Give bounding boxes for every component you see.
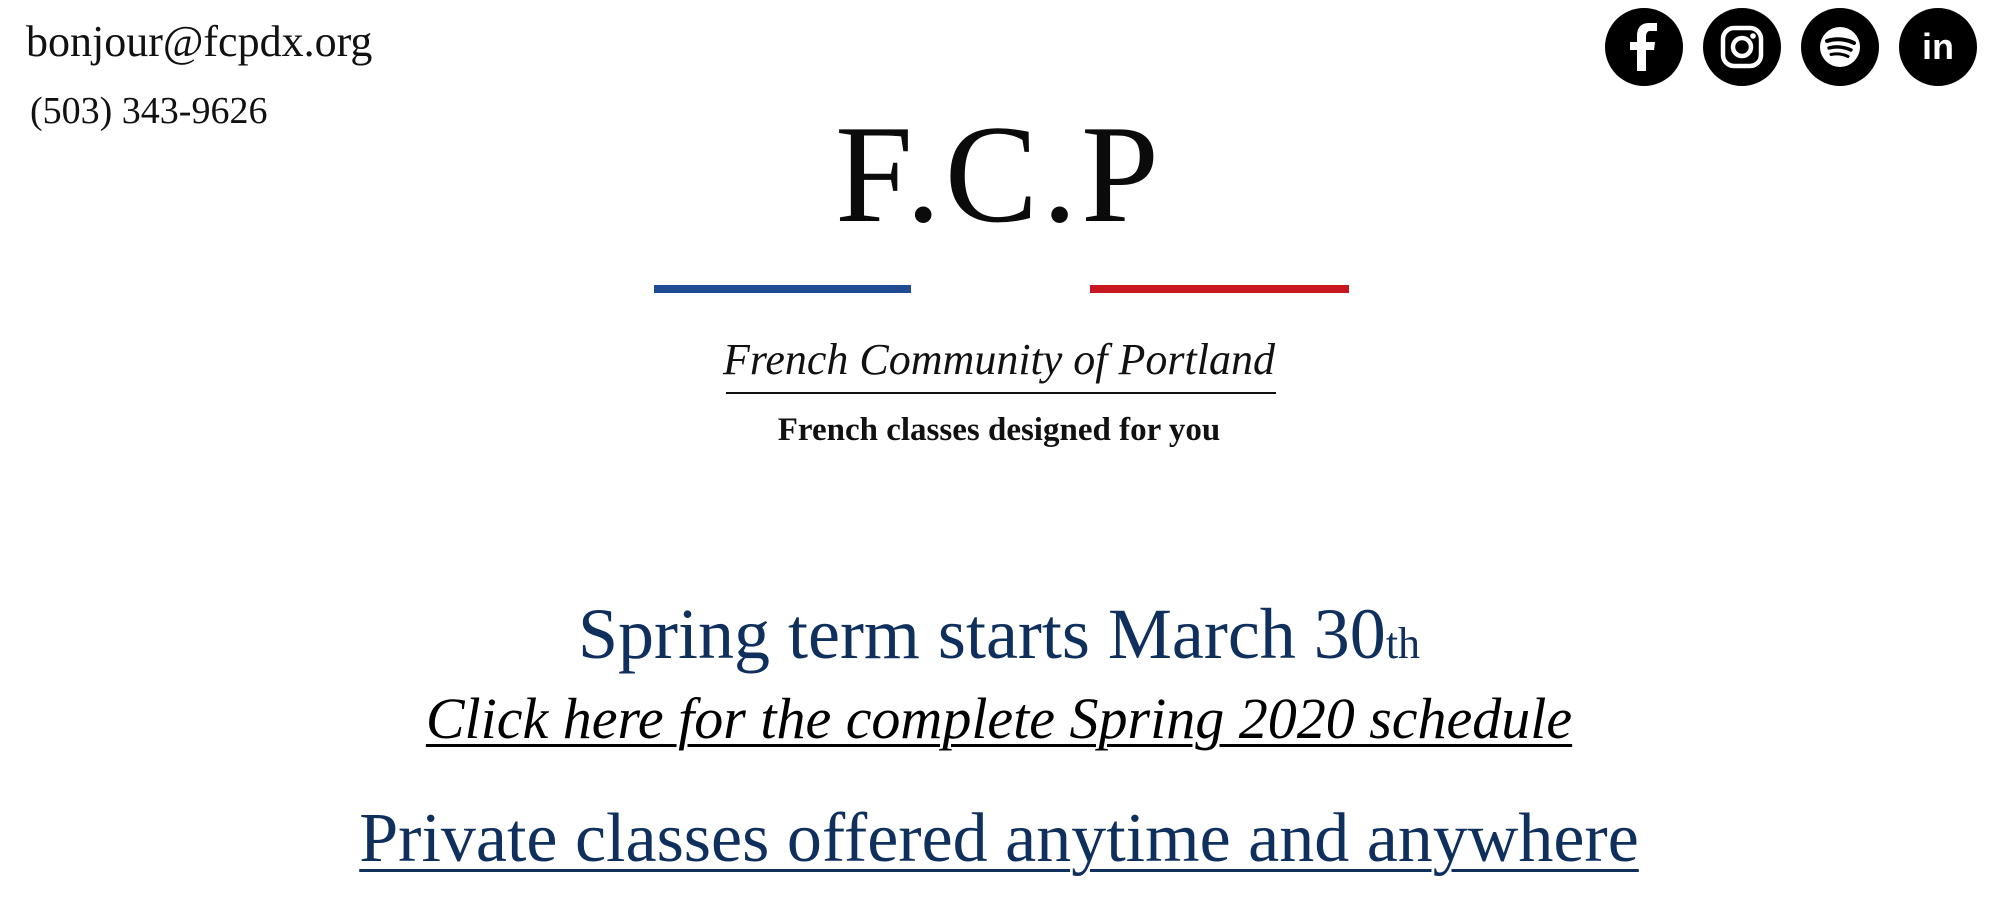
site-logo: F.C.P [835, 97, 1163, 252]
tagline-divider [726, 392, 1276, 394]
linkedin-icon[interactable]: in [1899, 8, 1977, 86]
flag-red-line [1090, 285, 1349, 293]
facebook-icon[interactable] [1605, 8, 1683, 86]
linkedin-icon-text: in [1922, 26, 1954, 67]
private-classes-link-container: Private classes offered anytime and anyw… [0, 796, 1998, 882]
social-links: in [1605, 8, 1977, 86]
spotify-icon[interactable] [1801, 8, 1879, 86]
spring-term-headline-text: Spring term starts March 30 [577, 594, 1386, 674]
contact-email-link[interactable]: bonjour@fcpdx.org [26, 14, 372, 70]
page: bonjour@fcpdx.org (503) 343-9626 in F.C.… [0, 0, 1998, 904]
site-tagline: French Community of Portland [723, 335, 1275, 384]
spring-schedule-link[interactable]: Click here for the complete Spring 2020 … [426, 686, 1572, 751]
site-subtagline: French classes designed for you [777, 412, 1221, 448]
headline-ordinal-suffix: th [1385, 619, 1421, 668]
spring-term-headline: Spring term starts March 30th [0, 590, 1998, 688]
private-classes-link[interactable]: Private classes offered anytime and anyw… [359, 800, 1639, 877]
instagram-icon[interactable] [1703, 8, 1781, 86]
schedule-link-container: Click here for the complete Spring 2020 … [0, 682, 1998, 756]
flag-blue-line [654, 285, 911, 293]
